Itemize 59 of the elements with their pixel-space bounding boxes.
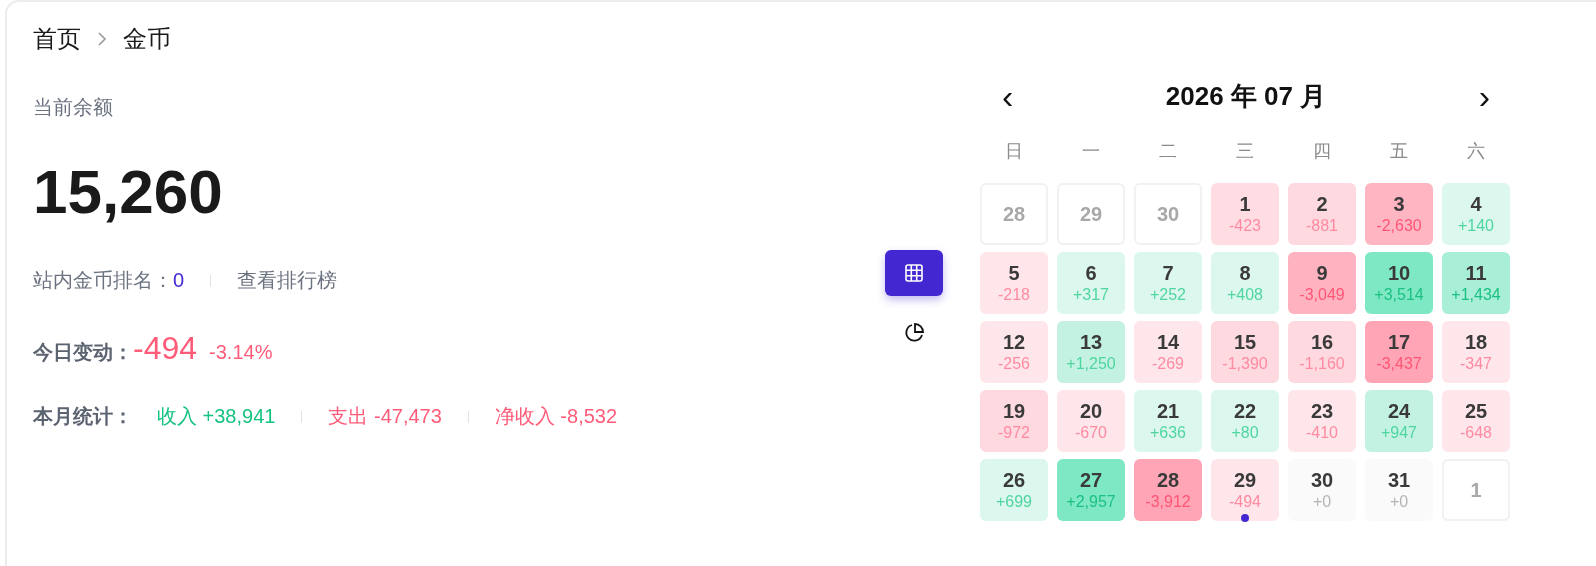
today-change-label: 今日变动：: [33, 340, 133, 365]
pie-chart-icon: [903, 322, 925, 344]
calendar-day[interactable]: 25 -648: [1442, 390, 1510, 452]
balance-value: 15,260: [33, 157, 224, 227]
calendar-day[interactable]: 31 +0: [1365, 459, 1433, 521]
balance-label: 当前余额: [33, 95, 114, 120]
calendar-day[interactable]: 23 -410: [1288, 390, 1356, 452]
calendar-day[interactable]: 10 +3,514: [1365, 252, 1433, 314]
weekday-label: 三: [1235, 140, 1255, 163]
calendar-day[interactable]: 11 +1,434: [1442, 252, 1510, 314]
weekday-label: 六: [1466, 140, 1486, 163]
calendar-day[interactable]: 8 +408: [1211, 252, 1279, 314]
leaderboard-link[interactable]: 查看排行榜: [237, 267, 338, 294]
calendar-day[interactable]: 20 -670: [1057, 390, 1125, 452]
next-month-button[interactable]: ›: [1472, 79, 1496, 113]
calendar-day[interactable]: 14 -269: [1134, 321, 1202, 383]
today-change-value: -494: [133, 330, 198, 367]
calendar-day[interactable]: 6 +317: [1057, 252, 1125, 314]
calendar-day[interactable]: 26 +699: [980, 459, 1048, 521]
weekday-label: 二: [1158, 140, 1178, 163]
calendar-day[interactable]: 13 +1,250: [1057, 321, 1125, 383]
previous-month-button[interactable]: ‹: [996, 79, 1020, 113]
calendar-day[interactable]: 29 -494: [1211, 459, 1279, 521]
today-change-percent: -3.14%: [209, 341, 273, 364]
calendar-day[interactable]: 19 -972: [980, 390, 1048, 452]
calendar-day[interactable]: 4 +140: [1442, 183, 1510, 245]
calendar-day[interactable]: 16 -1,160: [1288, 321, 1356, 383]
chevron-right-icon: [97, 31, 107, 47]
breadcrumb-item: 金币: [123, 24, 171, 54]
rank-label: 站内金币排名：: [33, 268, 173, 293]
calendar-day[interactable]: 1 -423: [1211, 183, 1279, 245]
calendar-day[interactable]: 12 -256: [980, 321, 1048, 383]
month-stat: 净收入 -8,532: [494, 404, 618, 429]
rank-value: 0: [173, 269, 185, 292]
calendar-day[interactable]: 30 +0: [1288, 459, 1356, 521]
calendar-day[interactable]: 28 -3,912: [1134, 459, 1202, 521]
calendar-day[interactable]: 7 +252: [1134, 252, 1202, 314]
calendar-day[interactable]: 24 +947: [1365, 390, 1433, 452]
grid-icon: [904, 263, 924, 283]
month-stats-label: 本月统计：: [33, 404, 133, 429]
calendar-day[interactable]: 21 +636: [1134, 390, 1202, 452]
calendar-view-button[interactable]: [885, 250, 943, 296]
weekday-label: 五: [1389, 140, 1409, 163]
calendar-day[interactable]: 22 +80: [1211, 390, 1279, 452]
calendar-day[interactable]: 9 -3,049: [1288, 252, 1356, 314]
calendar-day[interactable]: 2 -881: [1288, 183, 1356, 245]
weekday-label: 日: [1004, 140, 1024, 163]
month-stat: 支出 -47,473: [328, 404, 442, 429]
calendar-day[interactable]: 5 -218: [980, 252, 1048, 314]
calendar-day[interactable]: 15 -1,390: [1211, 321, 1279, 383]
calendar-day[interactable]: 17 -3,437: [1365, 321, 1433, 383]
weekday-label: 一: [1081, 140, 1101, 163]
month-stat: 收入 +38,941: [157, 404, 276, 429]
weekday-label: 四: [1312, 140, 1332, 163]
breadcrumb-item[interactable]: 首页: [33, 24, 81, 54]
calendar-day[interactable]: 18 -347: [1442, 321, 1510, 383]
calendar-day[interactable]: 3 -2,630: [1365, 183, 1433, 245]
calendar-day[interactable]: 27 +2,957: [1057, 459, 1125, 521]
calendar-title: 2026 年 07 月: [1165, 79, 1327, 113]
